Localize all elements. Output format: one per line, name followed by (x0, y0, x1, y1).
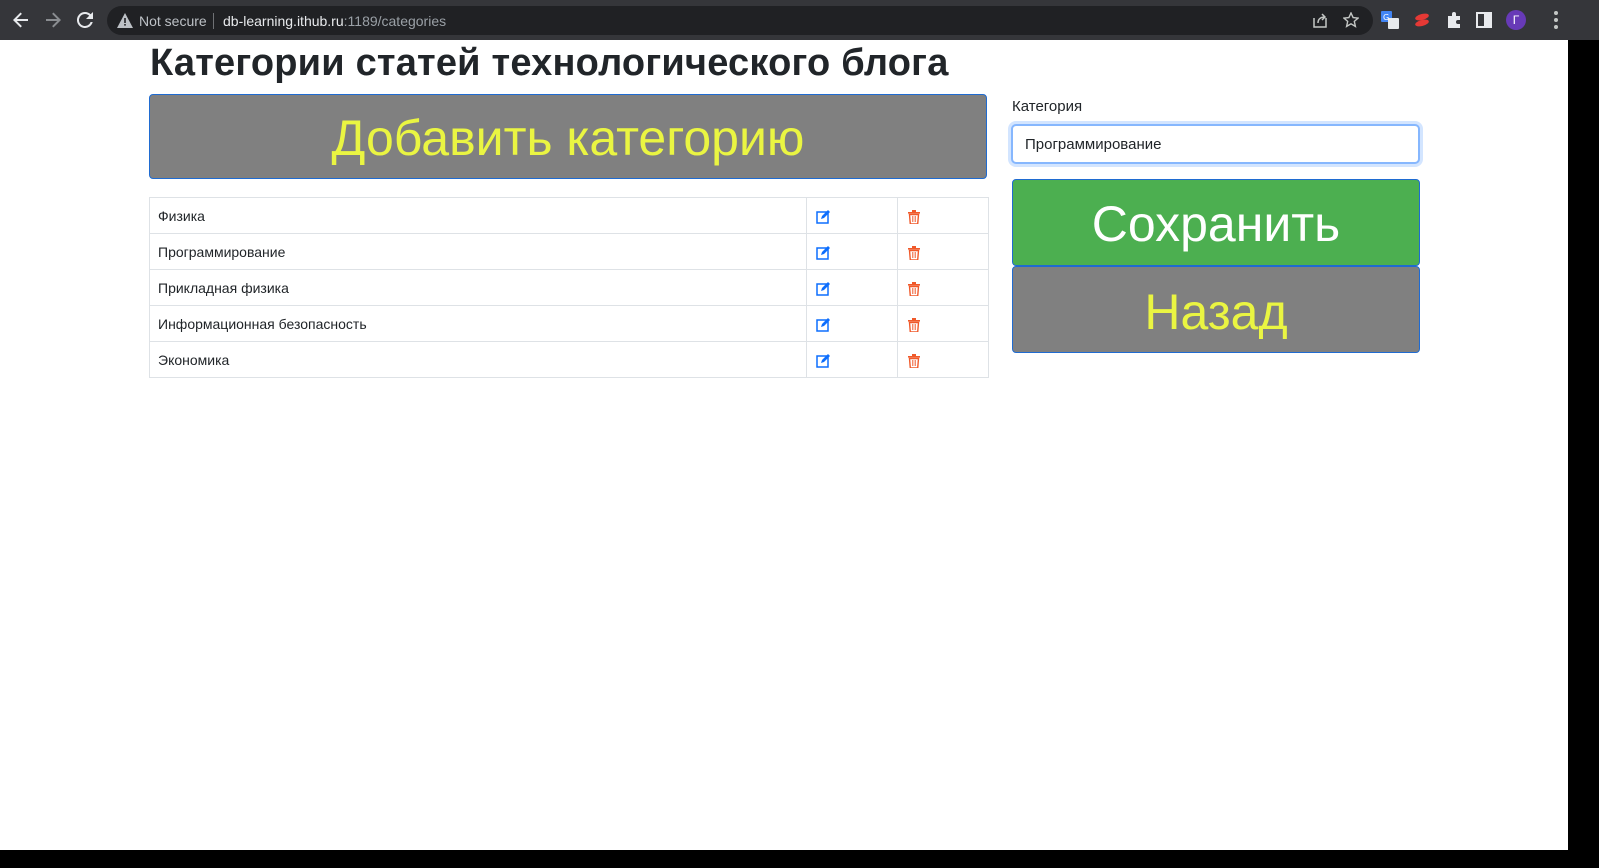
page-content: Категории статей технологического блога … (0, 40, 1568, 850)
table-row: Физика (149, 197, 989, 234)
category-input[interactable] (1011, 124, 1420, 164)
category-name: Программирование (149, 233, 807, 270)
trash-icon[interactable] (906, 207, 921, 224)
trash-icon[interactable] (906, 351, 921, 368)
category-name: Физика (149, 197, 807, 234)
trash-icon[interactable] (906, 315, 921, 332)
url-path: :1189/categories (343, 13, 447, 29)
table-row: Информационная безопасность (149, 305, 989, 342)
page-title: Категории статей технологического блога (150, 42, 949, 84)
back-arrow-icon[interactable] (10, 9, 32, 31)
url-host: db-learning.ithub.ru (223, 13, 344, 29)
svg-text:G: G (1383, 13, 1389, 22)
side-panel-icon[interactable] (1475, 11, 1493, 29)
edit-icon[interactable] (815, 351, 830, 368)
security-status[interactable]: Not secure (139, 13, 207, 29)
reload-icon[interactable] (74, 9, 96, 31)
profile-avatar[interactable]: Г (1506, 10, 1526, 30)
delete-cell (897, 269, 989, 306)
share-icon[interactable] (1312, 12, 1328, 28)
table-row: Прикладная физика (149, 269, 989, 306)
url-text[interactable]: db-learning.ithub.ru:1189/categories (223, 13, 446, 29)
bottom-edge (0, 850, 1568, 868)
delete-cell (897, 305, 989, 342)
trash-icon[interactable] (906, 243, 921, 260)
table-row: Программирование (149, 233, 989, 270)
category-name: Информационная безопасность (149, 305, 807, 342)
back-button[interactable]: Назад (1012, 266, 1420, 353)
edit-icon[interactable] (815, 243, 830, 260)
puzzle-extensions-icon[interactable] (1445, 11, 1463, 29)
save-button[interactable]: Сохранить (1012, 179, 1420, 266)
edit-cell (806, 233, 898, 270)
translate-extension-icon[interactable]: G (1381, 11, 1399, 29)
forward-arrow-icon[interactable] (42, 9, 64, 31)
trash-icon[interactable] (906, 279, 921, 296)
browser-toolbar: Not secure db-learning.ithub.ru:1189/cat… (0, 0, 1599, 40)
edit-icon[interactable] (815, 279, 830, 296)
category-name: Экономика (149, 341, 807, 378)
category-name: Прикладная физика (149, 269, 807, 306)
add-category-button[interactable]: Добавить категорию (149, 94, 987, 179)
edit-cell (806, 305, 898, 342)
delete-cell (897, 341, 989, 378)
delete-cell (897, 233, 989, 270)
bookmark-star-icon[interactable] (1343, 12, 1359, 28)
edit-cell (806, 197, 898, 234)
table-row: Экономика (149, 341, 989, 378)
categories-table: Физика Программирование Прикладная физика И… (149, 197, 989, 378)
category-label: Категория (1012, 98, 1083, 115)
edit-cell (806, 341, 898, 378)
omnibox-divider (213, 13, 214, 29)
delete-cell (897, 197, 989, 234)
warning-icon (117, 13, 133, 28)
edit-icon[interactable] (815, 315, 830, 332)
right-edge (1568, 40, 1599, 868)
address-bar[interactable]: Not secure db-learning.ithub.ru:1189/cat… (107, 6, 1373, 35)
browser-menu-icon[interactable] (1553, 11, 1559, 29)
edit-cell (806, 269, 898, 306)
red-extension-icon[interactable] (1413, 11, 1431, 29)
edit-icon[interactable] (815, 207, 830, 224)
